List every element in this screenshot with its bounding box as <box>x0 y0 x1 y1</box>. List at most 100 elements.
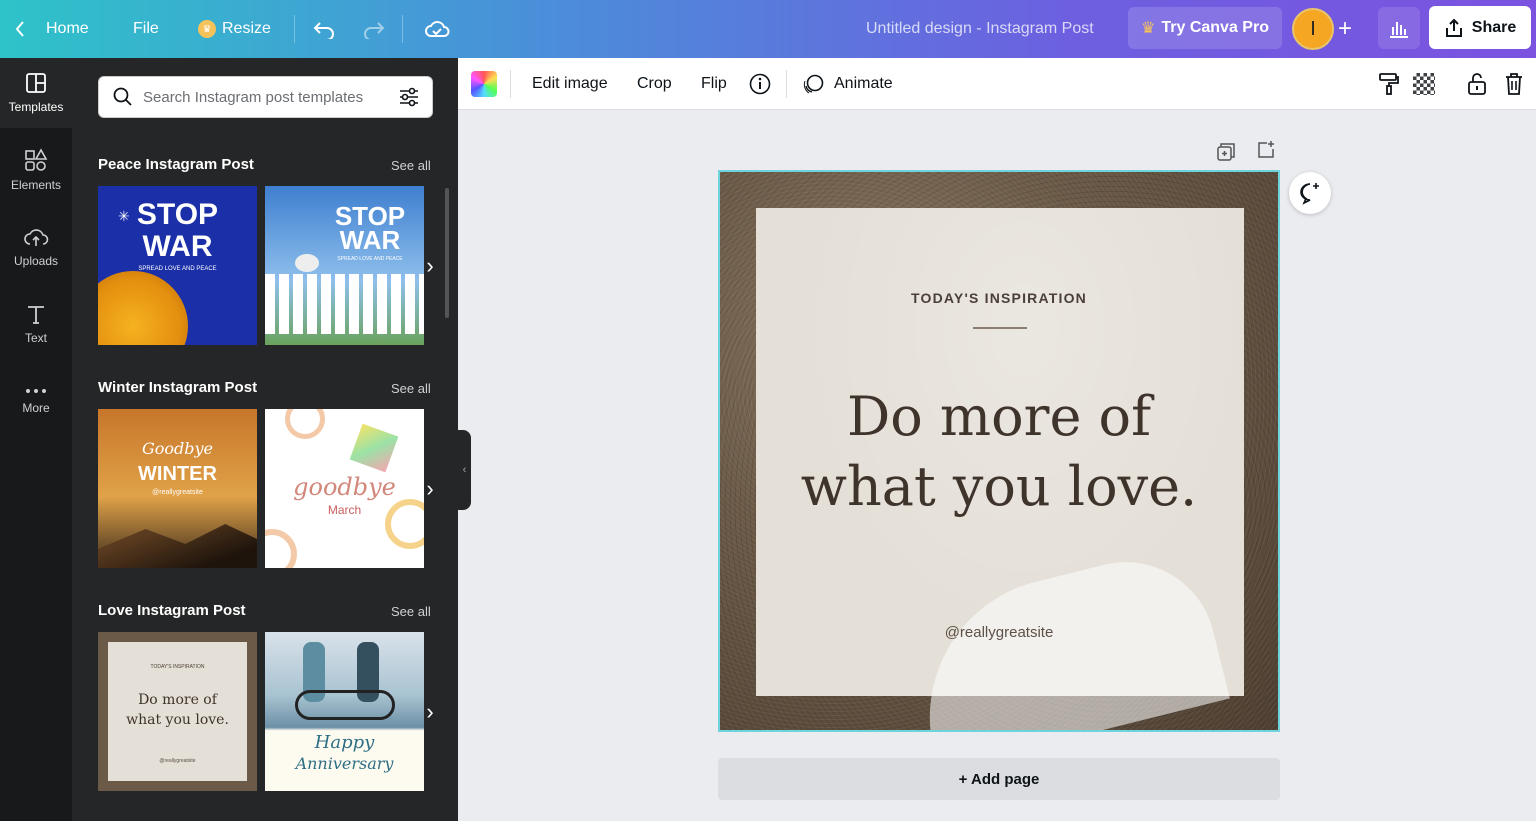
elements-icon <box>25 148 48 171</box>
add-comment-icon[interactable] <box>1289 172 1331 214</box>
ring-shape <box>265 529 297 568</box>
fence-shape <box>265 274 424 334</box>
cloud-saved-icon[interactable] <box>424 0 450 58</box>
rainbow-swatch-icon <box>471 71 497 97</box>
animate-button[interactable]: Animate <box>802 58 893 110</box>
see-all-link[interactable]: See all <box>391 604 431 619</box>
cube-shape <box>349 423 399 473</box>
context-toolbar: Edit image Crop Flip Animate <box>458 58 1536 110</box>
ring-shape <box>285 409 325 439</box>
crop-button[interactable]: Crop <box>637 58 672 110</box>
template-thumbnail[interactable]: Goodbye WINTER @reallygreatsite <box>98 409 257 568</box>
resize-button[interactable]: ♛ Resize <box>198 0 271 58</box>
handle-text[interactable]: @reallygreatsite <box>720 624 1278 641</box>
thumb-line2: WAR <box>339 225 401 255</box>
thumb-line2: WAR <box>142 230 213 263</box>
redo-icon[interactable] <box>362 0 386 58</box>
divider <box>510 70 511 98</box>
undo-icon[interactable] <box>312 0 336 58</box>
quote-line: Do more of <box>846 385 1152 448</box>
paint-roller-icon[interactable] <box>1378 58 1400 110</box>
try-canva-pro-button[interactable]: ♛ Try Canva Pro <box>1128 7 1282 49</box>
side-rail: Templates Elements Uploads Text More <box>0 58 72 821</box>
section-title: Peace Instagram Post <box>98 156 254 173</box>
transparency-icon[interactable] <box>1413 58 1435 110</box>
template-thumbnail[interactable]: goodbye March <box>265 409 424 568</box>
animate-icon <box>803 74 824 94</box>
avatar[interactable]: I <box>1292 8 1334 50</box>
search-input[interactable] <box>143 88 398 106</box>
add-member-icon[interactable]: + <box>1338 17 1352 41</box>
rail-label: Text <box>24 331 47 345</box>
thumb-big: WINTER <box>138 463 217 485</box>
see-all-link[interactable]: See all <box>391 158 431 173</box>
flip-button[interactable]: Flip <box>701 58 727 110</box>
eyebrow-divider[interactable] <box>973 327 1027 329</box>
rail-item-more[interactable]: More <box>0 366 72 436</box>
info-icon[interactable] <box>749 58 771 110</box>
flower-shape <box>98 271 188 345</box>
duplicate-page-icon[interactable] <box>1216 142 1236 167</box>
template-thumbnail[interactable]: STOP WAR SPREAD LOVE AND PEACE <box>265 186 424 345</box>
thumb-script: Goodbye <box>141 439 214 458</box>
edit-image-button[interactable]: Edit image <box>532 58 608 110</box>
thumb-sub: SPREAD LOVE AND PEACE <box>138 266 217 272</box>
rail-item-elements[interactable]: Elements <box>0 135 72 205</box>
thumb-script: goodbye <box>293 473 396 501</box>
rail-item-uploads[interactable]: Uploads <box>0 212 72 282</box>
trash-icon[interactable] <box>1504 58 1524 110</box>
thumb-quote: Do more of what you love. <box>126 692 229 728</box>
color-swatch[interactable] <box>471 58 497 110</box>
panel-scrollbar[interactable] <box>445 188 449 318</box>
more-icon <box>26 389 46 393</box>
search-icon <box>113 87 132 106</box>
eyebrow-text[interactable]: TODAY'S INSPIRATION <box>720 290 1278 306</box>
collapse-panel-handle[interactable]: ‹ <box>458 430 471 510</box>
share-button[interactable]: Share <box>1429 6 1531 49</box>
rail-item-text[interactable]: Text <box>0 289 72 359</box>
back-chevron-icon[interactable] <box>14 0 26 58</box>
rail-label: More <box>22 401 50 415</box>
rail-label: Uploads <box>13 254 59 268</box>
templates-icon <box>26 73 46 93</box>
file-menu[interactable]: File <box>133 0 159 58</box>
rail-item-templates[interactable]: Templates <box>0 58 72 128</box>
add-page-icon[interactable] <box>1256 140 1276 165</box>
insights-icon[interactable] <box>1378 7 1420 49</box>
thumb-sub: @reallygreatsite <box>152 489 203 496</box>
template-thumbnail[interactable]: STOP WAR SPREAD LOVE AND PEACE ✳ <box>98 186 257 345</box>
divider <box>402 15 403 43</box>
add-page-button[interactable]: + Add page <box>718 758 1280 800</box>
template-thumbnail[interactable]: Happy Anniversary <box>265 632 424 791</box>
share-label: Share <box>1471 18 1517 36</box>
quote-line: what you love. <box>800 455 1198 518</box>
text-icon <box>28 306 44 324</box>
filter-icon[interactable] <box>398 86 420 108</box>
quote-text[interactable]: Do more of what you love. <box>720 382 1278 522</box>
design-canvas[interactable]: TODAY'S INSPIRATION Do more of what you … <box>718 170 1280 732</box>
thumb-eyebrow: TODAY'S INSPIRATION <box>150 664 205 670</box>
see-all-link[interactable]: See all <box>391 381 431 396</box>
home-link[interactable]: Home <box>46 0 89 58</box>
templates-panel: Peace Instagram Post See all STOP WAR SP… <box>72 58 458 821</box>
sparkle-icon: ✳ <box>118 208 130 224</box>
template-thumbnail[interactable]: TODAY'S INSPIRATION Do more of what you … <box>98 632 257 791</box>
resize-label: Resize <box>222 20 271 37</box>
chevron-right-icon[interactable]: › <box>416 632 444 791</box>
thumb-sub: March <box>327 503 362 517</box>
mountain-shape <box>98 524 257 568</box>
section-title: Winter Instagram Post <box>98 379 258 396</box>
chevron-right-icon[interactable]: › <box>416 186 444 345</box>
section-title: Love Instagram Post <box>98 602 246 619</box>
crown-icon: ♛ <box>198 20 216 38</box>
divider <box>786 70 787 98</box>
gull-shape <box>295 254 319 272</box>
thumb-sub: SPREAD LOVE AND PEACE <box>337 256 403 262</box>
try-pro-label: Try Canva Pro <box>1161 19 1269 36</box>
share-icon <box>1445 18 1462 37</box>
lock-icon[interactable] <box>1467 58 1487 110</box>
search-box <box>98 76 433 118</box>
chevron-right-icon[interactable]: › <box>416 409 444 568</box>
document-title[interactable]: Untitled design - Instagram Post <box>866 0 1094 58</box>
crown-icon: ♛ <box>1141 20 1156 37</box>
